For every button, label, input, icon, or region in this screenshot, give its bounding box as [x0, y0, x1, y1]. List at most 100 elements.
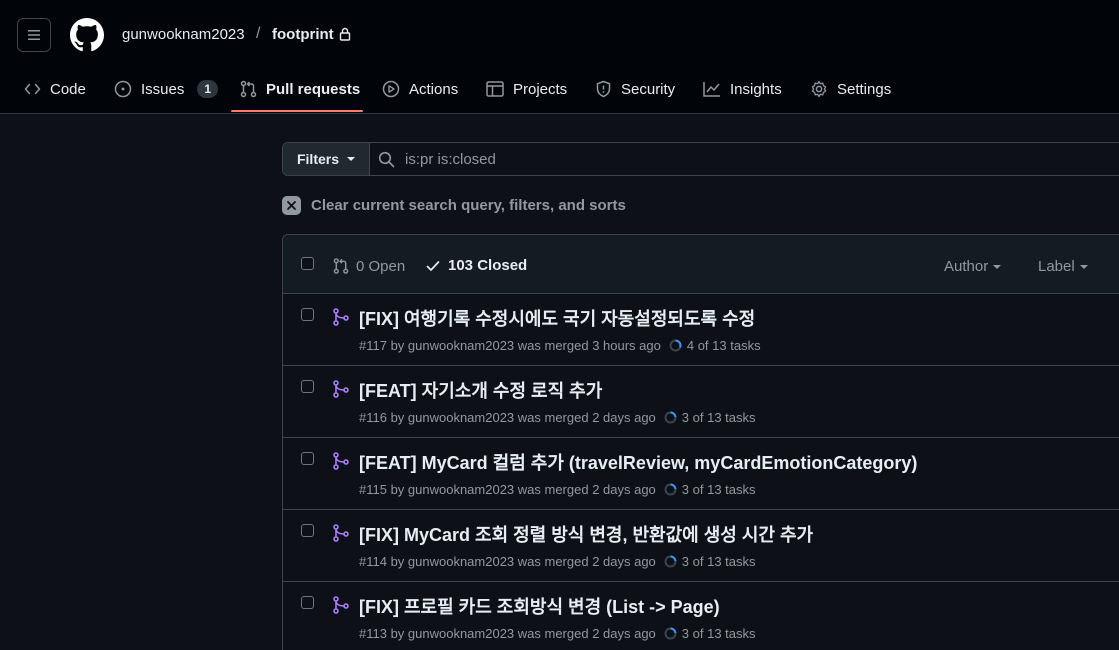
menu-button[interactable] — [17, 18, 51, 52]
search-input[interactable]: is:pr is:closed — [405, 151, 496, 168]
issues-count-badge: 1 — [197, 80, 219, 98]
filters-label: Filters — [296, 151, 339, 167]
pr-meta: #117 by gunwooknam2023 was merged 3 hour… — [359, 338, 761, 353]
progress-ring-icon — [664, 555, 677, 568]
play-icon — [382, 80, 400, 98]
pr-meta-text: #115 by gunwooknam2023 was merged 2 days… — [359, 482, 656, 497]
pr-title-link[interactable]: [FEAT] MyCard 컬럼 추가 (travelReview, myCar… — [359, 449, 917, 475]
list-item: [FIX] 여행기록 수정시에도 국기 자동설정되도록 수정 #117 by g… — [283, 294, 1119, 366]
task-progress-label: 3 of 13 tasks — [681, 554, 756, 569]
merged-icon — [333, 452, 349, 470]
table-icon — [486, 81, 504, 97]
progress-ring-icon — [664, 483, 677, 496]
pull-request-icon — [240, 80, 257, 98]
repo-name-link[interactable]: footprint — [272, 26, 334, 43]
open-filter-link[interactable]: 0 Open — [333, 257, 405, 275]
task-progress-label: 4 of 13 tasks — [686, 338, 761, 353]
pr-meta-text: #114 by gunwooknam2023 was merged 2 days… — [359, 554, 656, 569]
list-item: [FIX] 프로필 카드 조회방식 변경 (List -> Page) #113… — [283, 582, 1119, 650]
pull-request-icon — [333, 258, 349, 274]
open-count-label: 0 Open — [356, 257, 406, 275]
pr-meta-text: #116 by gunwooknam2023 was merged 2 days… — [359, 410, 656, 425]
check-icon — [426, 260, 440, 271]
list-item: [FEAT] MyCard 컬럼 추가 (travelReview, myCar… — [283, 438, 1119, 510]
label-dropdown[interactable]: Label — [1038, 258, 1088, 275]
tab-actions[interactable]: Actions — [382, 70, 458, 108]
graph-icon — [703, 82, 720, 97]
label-dropdown-label: Label — [1038, 258, 1075, 275]
task-progress-label: 3 of 13 tasks — [681, 482, 756, 497]
task-progress: 3 of 13 tasks — [664, 410, 756, 425]
pr-meta: #114 by gunwooknam2023 was merged 2 days… — [359, 554, 756, 569]
row-checkbox[interactable] — [301, 380, 314, 393]
pr-title-link[interactable]: [FIX] 여행기록 수정시에도 국기 자동설정되도록 수정 — [359, 305, 755, 331]
tab-projects[interactable]: Projects — [486, 70, 567, 108]
pr-meta-text: #113 by gunwooknam2023 was merged 2 days… — [359, 626, 656, 641]
row-checkbox[interactable] — [301, 308, 314, 321]
caret-down-icon — [1079, 264, 1088, 269]
pr-meta: #113 by gunwooknam2023 was merged 2 days… — [359, 626, 756, 641]
tab-issues-label: Issues — [141, 80, 185, 98]
progress-ring-icon — [664, 411, 677, 424]
pr-meta: #116 by gunwooknam2023 was merged 2 days… — [359, 410, 756, 425]
path-separator: / — [256, 25, 261, 42]
tab-actions-label: Actions — [409, 80, 459, 98]
active-tab-indicator — [231, 110, 363, 112]
list-item: [FEAT] 자기소개 수정 로직 추가 #116 by gunwooknam2… — [283, 366, 1119, 438]
tab-settings[interactable]: Settings — [810, 70, 891, 108]
pr-title-link[interactable]: [FIX] 프로필 카드 조회방식 변경 (List -> Page) — [359, 593, 720, 619]
filters-button[interactable]: Filters — [283, 143, 370, 175]
pr-title-link[interactable]: [FIX] MyCard 조회 정렬 방식 변경, 반환값에 생성 시간 추가 — [359, 521, 813, 547]
task-progress: 3 of 13 tasks — [664, 482, 756, 497]
tab-security-label: Security — [621, 80, 676, 98]
merged-icon — [333, 524, 349, 542]
row-checkbox[interactable] — [301, 524, 314, 537]
shield-icon — [596, 80, 611, 98]
tab-settings-label: Settings — [837, 80, 892, 98]
github-logo-icon[interactable] — [70, 18, 104, 52]
caret-down-icon — [347, 157, 355, 161]
issue-opened-icon — [114, 80, 132, 98]
hamburger-icon — [28, 30, 40, 40]
close-icon — [282, 196, 301, 215]
pr-title-link[interactable]: [FEAT] 자기소개 수정 로직 추가 — [359, 377, 602, 403]
list-item: [FIX] MyCard 조회 정렬 방식 변경, 반환값에 생성 시간 추가 … — [283, 510, 1119, 582]
row-checkbox[interactable] — [301, 596, 314, 609]
closed-count-label: 103 Closed — [448, 257, 528, 274]
tab-insights-label: Insights — [730, 80, 782, 98]
code-icon — [24, 83, 41, 95]
clear-filters-label: Clear current search query, filters, and… — [311, 197, 626, 214]
closed-filter-link[interactable]: 103 Closed — [425, 257, 527, 274]
tab-projects-label: Projects — [513, 80, 568, 98]
clear-filters-link[interactable]: Clear current search query, filters, and… — [282, 196, 626, 215]
tab-insights[interactable]: Insights — [703, 70, 782, 108]
task-progress-label: 3 of 13 tasks — [681, 410, 756, 425]
repo-owner-link[interactable]: gunwooknam2023 — [122, 26, 245, 43]
row-checkbox[interactable] — [301, 452, 314, 465]
tab-issues[interactable]: Issues 1 — [114, 70, 219, 108]
repo-nav-tabs: Code Issues 1 Pull requests Actions Proj… — [0, 70, 1119, 114]
merged-icon — [333, 308, 349, 326]
tab-pull-requests-label: Pull requests — [266, 80, 361, 98]
select-all-checkbox[interactable] — [301, 257, 314, 270]
repo-header: gunwooknam2023 / footprint Code Issues 1… — [0, 0, 1119, 114]
tab-pull-requests[interactable]: Pull requests — [240, 70, 360, 108]
list-header: 0 Open 103 Closed Author Label — [283, 235, 1119, 294]
author-dropdown-label: Author — [944, 258, 989, 275]
lock-icon — [339, 27, 351, 41]
progress-ring-icon — [669, 339, 682, 352]
pull-request-list: 0 Open 103 Closed Author Label [FIX] 여행기… — [282, 234, 1119, 650]
search-bar: Filters is:pr is:closed — [282, 142, 1119, 176]
progress-ring-icon — [664, 627, 677, 640]
tab-code[interactable]: Code — [24, 70, 86, 108]
author-dropdown[interactable]: Author — [944, 258, 1002, 275]
pr-meta: #115 by gunwooknam2023 was merged 2 days… — [359, 482, 756, 497]
pr-meta-text: #117 by gunwooknam2023 was merged 3 hour… — [359, 338, 661, 353]
tab-code-label: Code — [50, 80, 86, 98]
task-progress-label: 3 of 13 tasks — [681, 626, 756, 641]
task-progress: 4 of 13 tasks — [669, 338, 761, 353]
merged-icon — [333, 380, 349, 398]
search-icon — [378, 151, 395, 168]
task-progress: 3 of 13 tasks — [664, 626, 756, 641]
tab-security[interactable]: Security — [595, 70, 675, 108]
